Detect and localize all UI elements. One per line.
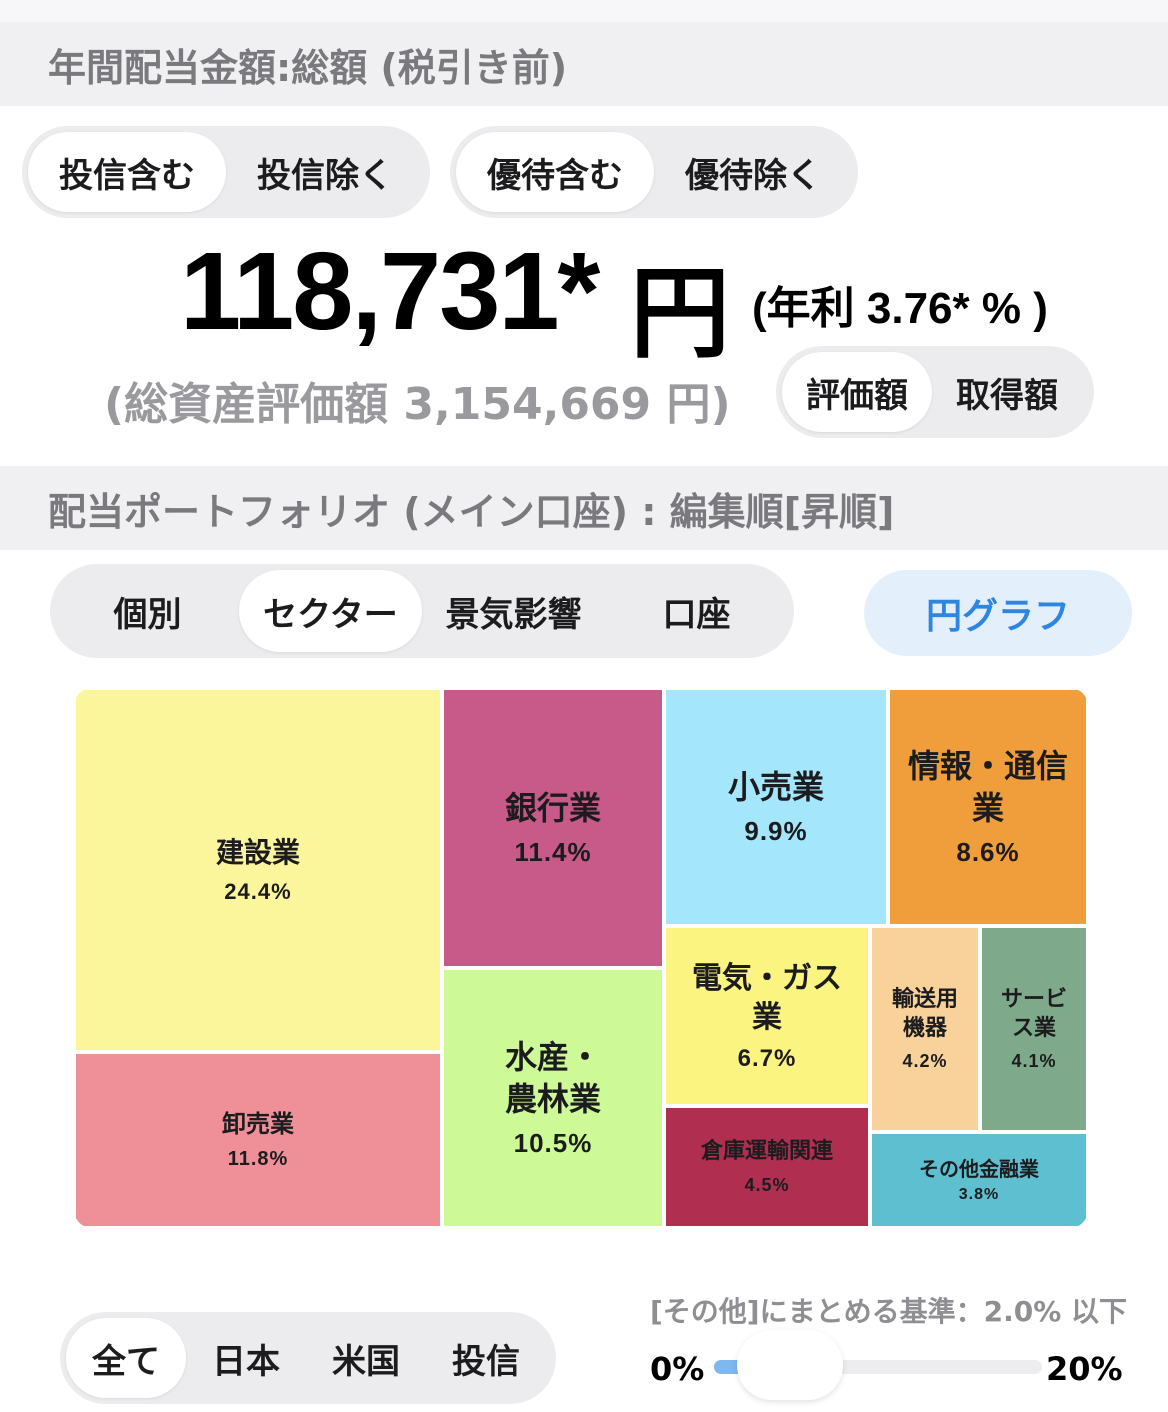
- tile-other-finance[interactable]: その他金融業 3.8%: [870, 1132, 1088, 1228]
- tile-label: 卸売業: [222, 1109, 294, 1138]
- tile-percent: 9.9%: [744, 816, 808, 847]
- fund-toggle: 投信含む 投信除く: [22, 126, 430, 218]
- fund-exclude-button[interactable]: 投信除く: [226, 132, 424, 212]
- tile-percent: 4.2%: [902, 1051, 948, 1072]
- portfolio-header: 配当ポートフォリオ (メイン口座) : 編集順[昇順]: [0, 466, 1168, 550]
- tile-services[interactable]: サービ ス業 4.1%: [980, 926, 1088, 1132]
- tile-label: 小売業: [727, 767, 824, 806]
- tab-fund[interactable]: 投信: [426, 1318, 546, 1398]
- threshold-slider-thumb[interactable]: [736, 1330, 843, 1400]
- sector-treemap: 建設業 24.4% 卸売業 11.8% 銀行業 11.4% 水産・ 農林業 10.…: [74, 688, 1088, 1228]
- tile-label: 建設業: [215, 835, 300, 869]
- yutai-toggle: 優待含む 優待除く: [450, 126, 858, 218]
- tab-account[interactable]: 口座: [605, 570, 788, 652]
- portfolio-title: 配当ポートフォリオ (メイン口座) : 編集順[昇順]: [48, 489, 895, 534]
- tile-label: 輸送用 機器: [891, 986, 958, 1041]
- tab-japan[interactable]: 日本: [186, 1318, 306, 1398]
- tile-label: 銀行業: [504, 788, 601, 827]
- tile-percent: 4.1%: [1011, 1051, 1057, 1072]
- pie-chart-button[interactable]: 円グラフ: [864, 570, 1132, 656]
- tile-percent: 6.7%: [737, 1045, 797, 1072]
- tile-banking[interactable]: 銀行業 11.4%: [442, 688, 664, 968]
- annual-amount: 118,731*: [180, 230, 600, 353]
- tile-construction[interactable]: 建設業 24.4%: [74, 688, 442, 1052]
- threshold-label: [その他]にまとめる基準：2.0% 以下: [650, 1295, 1127, 1328]
- tile-label: 倉庫運輸関連: [700, 1139, 833, 1165]
- tile-label: サービ ス業: [1000, 986, 1067, 1041]
- total-assets: (総資産評価額 3,154,669 円): [104, 379, 731, 430]
- annual-amount-unit: 円: [630, 255, 730, 372]
- tile-percent: 11.8%: [227, 1148, 289, 1171]
- tile-it-telecom[interactable]: 情報・通信業 8.6%: [888, 688, 1088, 926]
- yutai-exclude-button[interactable]: 優待除く: [654, 132, 852, 212]
- annual-dividend-header: 年間配当金額:総額 (税引き前): [0, 22, 1168, 106]
- tab-us[interactable]: 米国: [306, 1318, 426, 1398]
- tile-percent: 10.5%: [513, 1128, 593, 1159]
- tile-percent: 8.6%: [956, 837, 1020, 868]
- tab-all[interactable]: 全て: [66, 1318, 186, 1398]
- tile-electricity-gas[interactable]: 電気・ガス業 6.7%: [664, 926, 870, 1106]
- top-strip: [0, 0, 1168, 22]
- tile-fishery[interactable]: 水産・ 農林業 10.5%: [442, 968, 664, 1228]
- tile-label: その他金融業: [919, 1157, 1039, 1181]
- tile-percent: 4.5%: [744, 1174, 790, 1195]
- yutai-include-button[interactable]: 優待含む: [456, 132, 654, 212]
- valuation-eval-button[interactable]: 評価額: [782, 352, 932, 432]
- tile-label: 水産・ 農林業: [504, 1037, 601, 1118]
- slider-min-label: 0%: [650, 1350, 705, 1388]
- tile-percent: 24.4%: [224, 879, 292, 905]
- tab-individual[interactable]: 個別: [56, 570, 239, 652]
- fund-include-button[interactable]: 投信含む: [28, 132, 226, 212]
- tab-sector[interactable]: セクター: [239, 570, 422, 652]
- valuation-cost-button[interactable]: 取得額: [932, 352, 1082, 432]
- annual-yield: (年利 3.76* % ): [752, 284, 1048, 333]
- tile-warehouse-logistics[interactable]: 倉庫運輸関連 4.5%: [664, 1106, 870, 1228]
- view-tabs: 個別 セクター 景気影響 口座: [50, 564, 794, 658]
- annual-dividend-title: 年間配当金額:総額 (税引き前): [48, 45, 568, 90]
- tile-label: 電気・ガス業: [692, 961, 842, 1035]
- tile-wholesale[interactable]: 卸売業 11.8%: [74, 1052, 442, 1228]
- valuation-toggle: 評価額 取得額: [776, 346, 1094, 438]
- slider-max-label: 20%: [1046, 1350, 1123, 1388]
- tab-economy[interactable]: 景気影響: [422, 570, 605, 652]
- tile-percent: 11.4%: [514, 837, 592, 868]
- region-tabs: 全て 日本 米国 投信: [60, 1312, 556, 1404]
- tile-percent: 3.8%: [958, 1186, 1000, 1203]
- tile-label: 情報・通信業: [907, 746, 1068, 827]
- tile-transport-equipment[interactable]: 輸送用 機器 4.2%: [870, 926, 980, 1132]
- tile-retail[interactable]: 小売業 9.9%: [664, 688, 888, 926]
